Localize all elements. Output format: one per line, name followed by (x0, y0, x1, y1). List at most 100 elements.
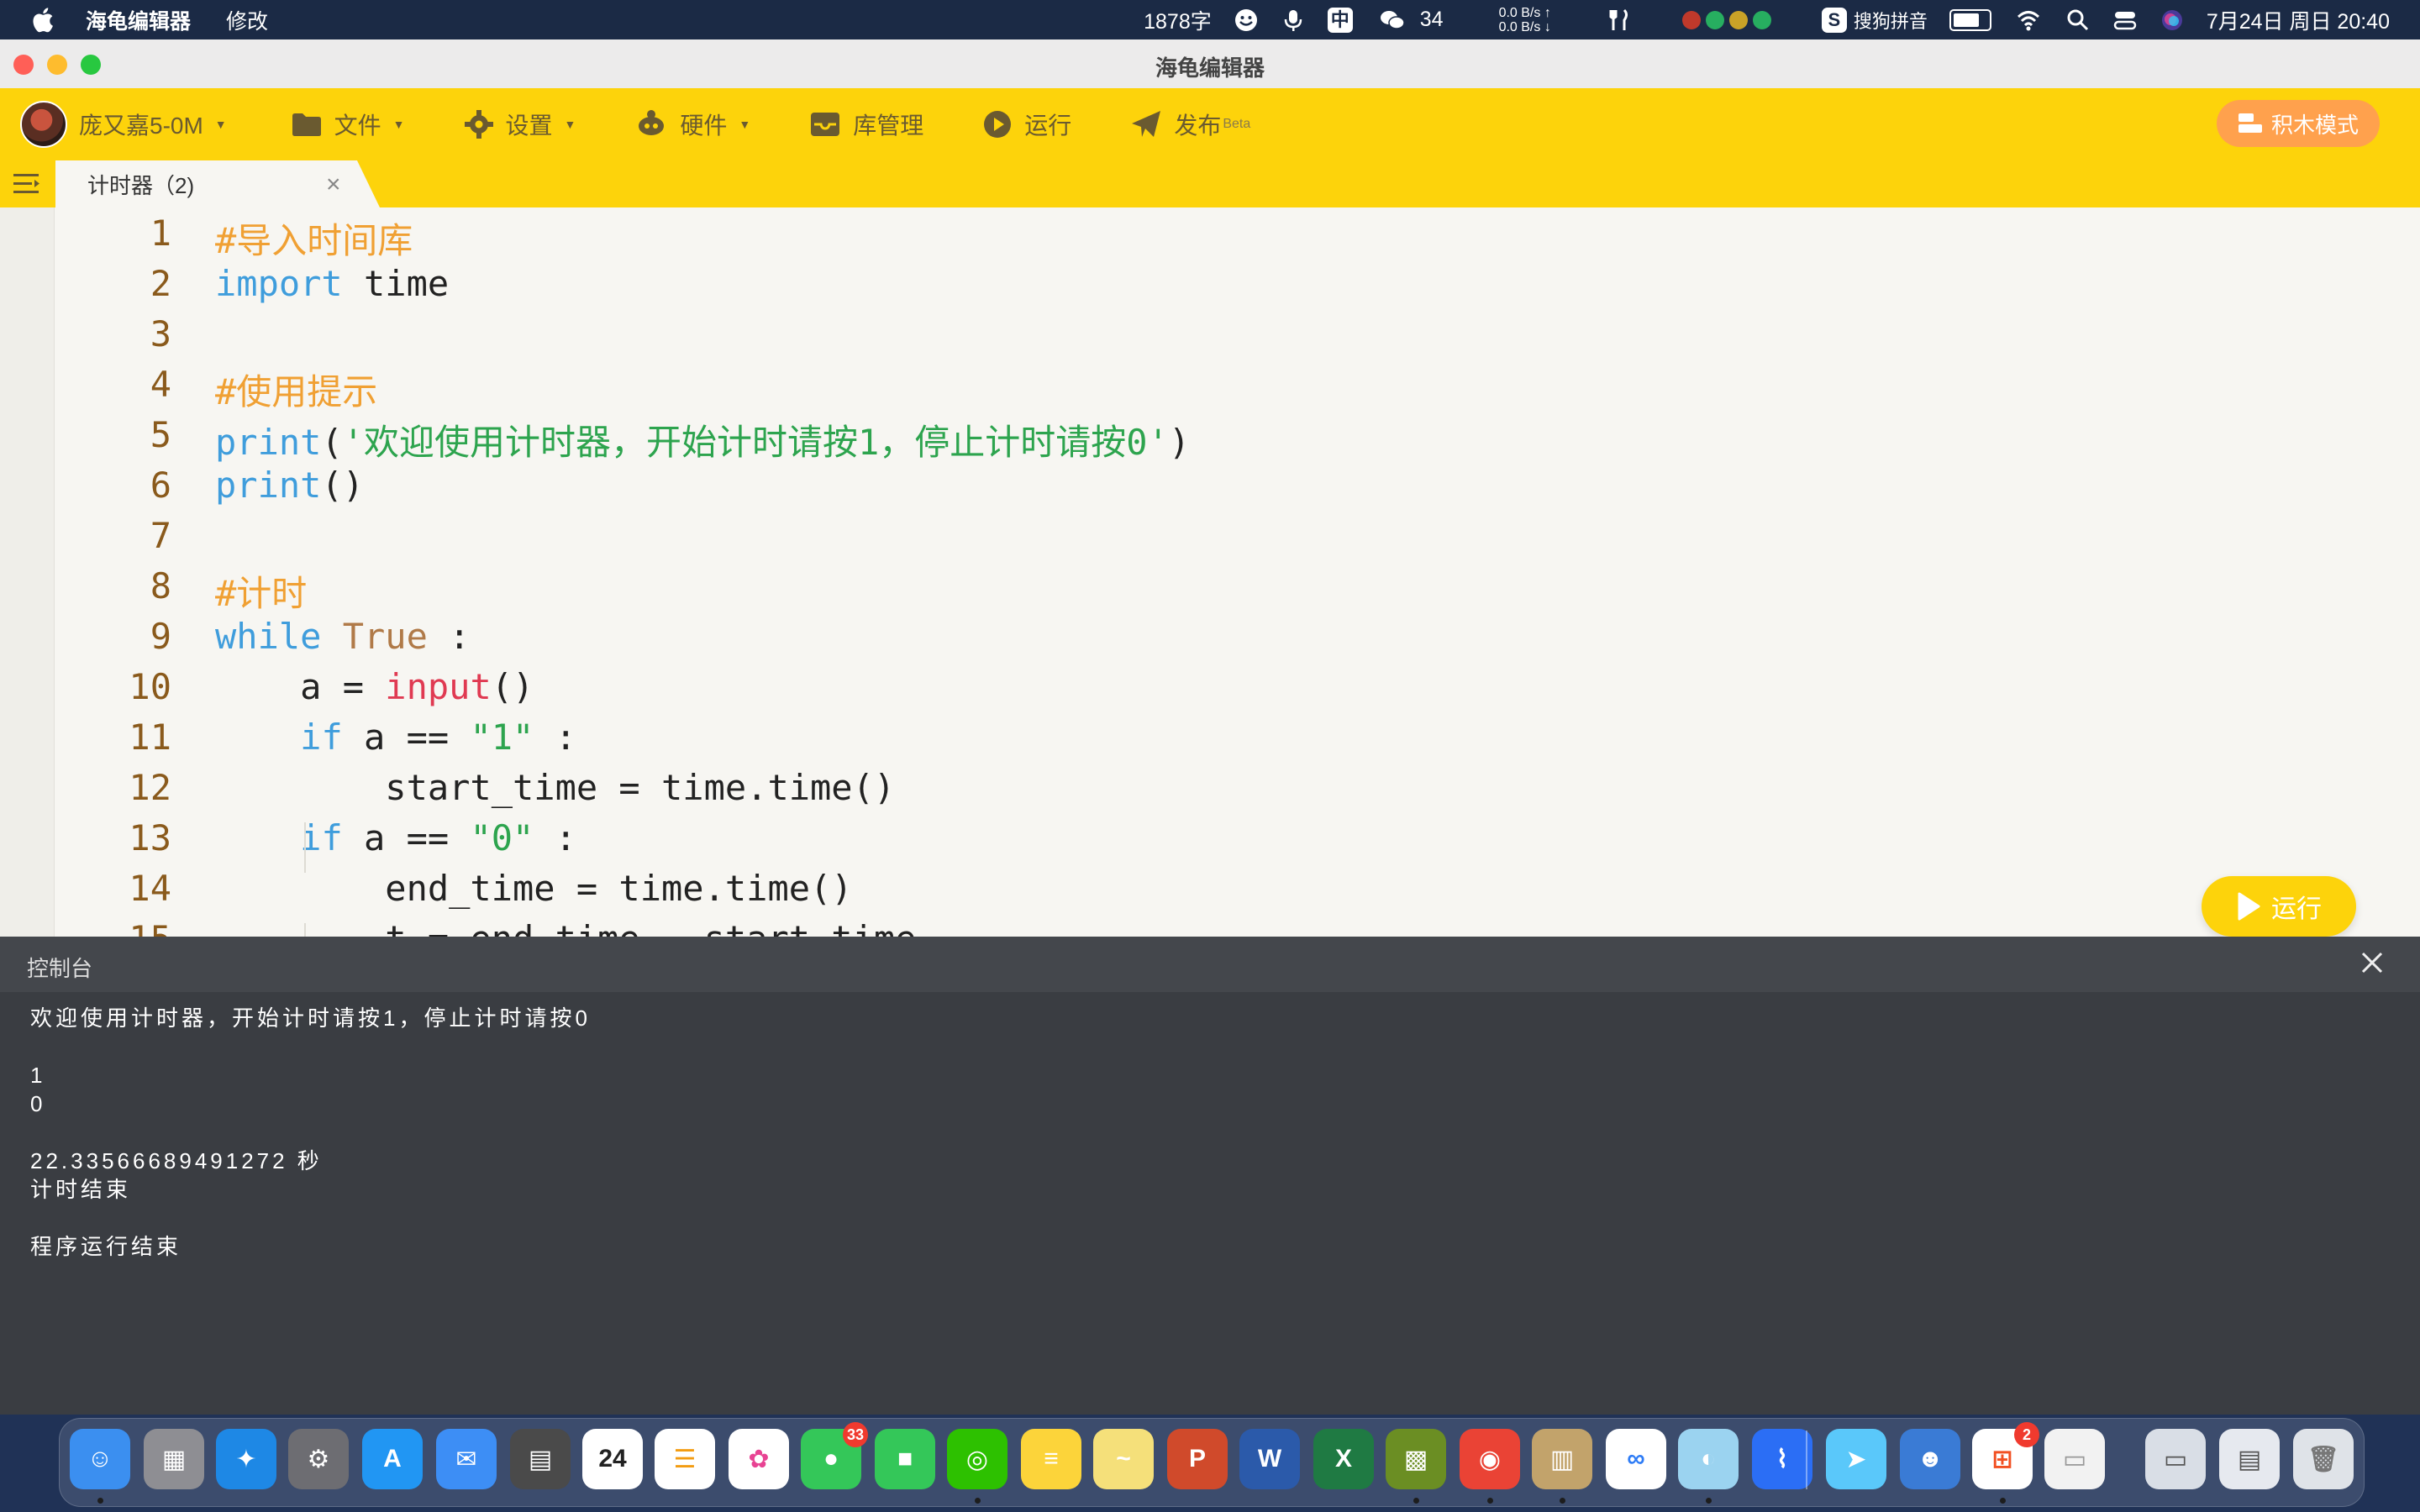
file-menu[interactable]: 文件 ▼ (291, 108, 405, 141)
word-icon[interactable]: W (1239, 1429, 1300, 1489)
close-console-icon[interactable] (2360, 950, 2385, 975)
wechat-icon[interactable] (1375, 8, 1408, 33)
battery-icon[interactable] (1949, 8, 1991, 31)
wechat-icon[interactable]: ◎ (947, 1429, 1007, 1489)
reminders-icon[interactable]: ☰ (655, 1429, 715, 1489)
code-text: #计时 (215, 565, 307, 617)
hamburger-menu-icon[interactable] (12, 171, 42, 197)
tab-title: 计时器（2) (87, 172, 195, 198)
chrome-icon[interactable]: ◉ (1460, 1429, 1520, 1489)
search-icon[interactable] (2065, 8, 2091, 33)
tools-icon[interactable] (1607, 8, 1632, 33)
microphone-icon[interactable] (1281, 8, 1306, 33)
close-tab-icon[interactable]: × (326, 171, 341, 199)
tab-timer[interactable]: 计时器（2) × (55, 160, 380, 207)
photos-icon[interactable]: ✿ (729, 1429, 789, 1489)
code-text: #使用提示 (215, 364, 377, 415)
hardware-menu[interactable]: 硬件 ▼ (634, 108, 750, 141)
mascot-app-icon[interactable]: ☻ (1900, 1429, 1960, 1489)
code-line[interactable]: 12 start_time = time.time() (0, 767, 2420, 817)
network-speed[interactable]: 0.0 B/s ↑ 0.0 B/s ↓ (1499, 6, 1551, 34)
finder-icon[interactable]: ☺ (70, 1429, 130, 1489)
code-line[interactable]: 11 if a == "1" : (0, 717, 2420, 767)
stickies-icon[interactable]: ~ (1093, 1429, 1154, 1489)
control-center-icon[interactable] (2112, 8, 2138, 33)
line-number: 1 (150, 213, 171, 254)
code-token: input (385, 666, 492, 707)
window-titlebar[interactable]: 海龟编辑器 (0, 39, 2420, 89)
excel-icon[interactable]: X (1313, 1429, 1374, 1489)
menu-app-name[interactable]: 海龟编辑器 (86, 5, 191, 35)
word-count-status[interactable]: 1878字 (1144, 5, 1212, 35)
user-menu[interactable]: 庞又嘉5-0M ▼ (0, 101, 227, 148)
dock-glyph: X (1334, 1445, 1352, 1473)
window-preview-icon[interactable]: ▤ (2219, 1429, 2280, 1489)
notes-icon[interactable]: ≡ (1021, 1429, 1081, 1489)
notification-badge: 2 (2014, 1422, 2039, 1447)
smiley-icon[interactable] (1234, 8, 1259, 33)
run-toolbar-button[interactable]: 运行 (982, 108, 1071, 141)
run-button[interactable]: 运行 (2202, 876, 2356, 937)
settings-menu[interactable]: 设置 ▼ (464, 108, 576, 141)
code-editor[interactable]: 1 #导入时间库 2 import time 3 4 #使用提示 5 print('欢迎使用计时… (0, 207, 2420, 976)
code-line[interactable]: 5 print('欢迎使用计时器，开始计时请按1，停止计时请按0') (0, 414, 2420, 465)
code-line[interactable]: 10 a = input() (0, 666, 2420, 717)
lark-icon[interactable]: ⌇ (1752, 1429, 1812, 1489)
code-line[interactable]: 7 (0, 515, 2420, 565)
dock-glyph: ▥ (1549, 1445, 1575, 1473)
dock-separator (1806, 1431, 1807, 1489)
maps-icon[interactable]: ➤ (1826, 1429, 1886, 1489)
calculator-icon[interactable]: ▤ (510, 1429, 571, 1489)
archive-icon[interactable]: ▥ (1532, 1429, 1592, 1489)
screenshot-window-icon[interactable]: ▭ (2145, 1429, 2206, 1489)
code-line[interactable]: 1 #导入时间库 (0, 213, 2420, 263)
dock-glyph: ▭ (2062, 1445, 2087, 1473)
code-text: if a == "0" : (215, 817, 576, 858)
code-line[interactable]: 6 print() (0, 465, 2420, 515)
code-line[interactable]: 2 import time (0, 263, 2420, 313)
dock-glyph: ∞ (1627, 1445, 1645, 1473)
turtle-editor-icon[interactable]: ◐ (1678, 1429, 1739, 1489)
code-line[interactable]: 3 (0, 313, 2420, 364)
code-line[interactable]: 9 while True : (0, 616, 2420, 666)
block-mode-button[interactable]: 积木模式 (2217, 100, 2380, 147)
gear-icon (464, 110, 493, 139)
baidu-netdisk-icon[interactable]: ∞ (1606, 1429, 1666, 1489)
status-lights[interactable] (1681, 10, 1771, 29)
siri-icon[interactable] (2160, 8, 2185, 33)
menu-item-edit[interactable]: 修改 (226, 5, 268, 35)
code-token: a = (215, 666, 386, 707)
apple-icon[interactable] (30, 6, 59, 34)
mail-icon[interactable]: ✉ (436, 1429, 497, 1489)
editor-window: 海龟编辑器 庞又嘉5-0M ▼ 文件 ▼ 设置 ▼ 硬件 ▼ 库管理 运行 发布… (0, 39, 2420, 1415)
calendar-icon[interactable]: 24 (582, 1429, 643, 1489)
wifi-icon[interactable] (2013, 8, 2044, 33)
messages-icon[interactable]: ● 33 (801, 1422, 868, 1489)
facetime-icon[interactable]: ■ (875, 1429, 935, 1489)
library-manager-button[interactable]: 库管理 (809, 108, 923, 141)
clock[interactable]: 7月24日 周日 20:40 (2207, 5, 2390, 35)
system-preferences-icon[interactable]: ⚙ (288, 1429, 349, 1489)
code-line[interactable]: 14 end_time = time.time() (0, 868, 2420, 918)
input-method[interactable]: S 搜狗拼音 (1821, 7, 1928, 34)
console-output[interactable]: 欢迎使用计时器，开始计时请按1，停止计时请按0 1 0 22.335666894912… (30, 1004, 591, 1261)
dock-glyph: 24 (598, 1445, 627, 1473)
code-token: True (342, 616, 428, 657)
code-token: while (215, 616, 322, 657)
document-icon[interactable]: ▭ (2044, 1429, 2105, 1489)
safari-icon[interactable]: ✦ (216, 1429, 276, 1489)
code-line[interactable]: 8 #计时 (0, 565, 2420, 616)
trash-icon[interactable]: 🗑 (2293, 1429, 2354, 1489)
chinese-input-icon[interactable]: 中 (1327, 7, 1353, 33)
code-line[interactable]: 4 #使用提示 (0, 364, 2420, 414)
code-line[interactable]: 13 if a == "0" : (0, 817, 2420, 868)
app-store-icon[interactable]: A (362, 1429, 423, 1489)
launchpad-icon[interactable]: ▦ (144, 1429, 204, 1489)
powerpoint-icon[interactable]: P (1167, 1429, 1228, 1489)
dock-glyph: 🗑 (2307, 1445, 2340, 1473)
code-token: #导入时间库 (215, 220, 413, 261)
user-name: 庞又嘉5-0M (79, 113, 203, 139)
publish-button[interactable]: 发布 Beta (1130, 108, 1250, 141)
minecraft-icon[interactable]: ▩ (1386, 1429, 1446, 1489)
microsoft-store-icon[interactable]: ⊞ 2 (1972, 1422, 2039, 1489)
